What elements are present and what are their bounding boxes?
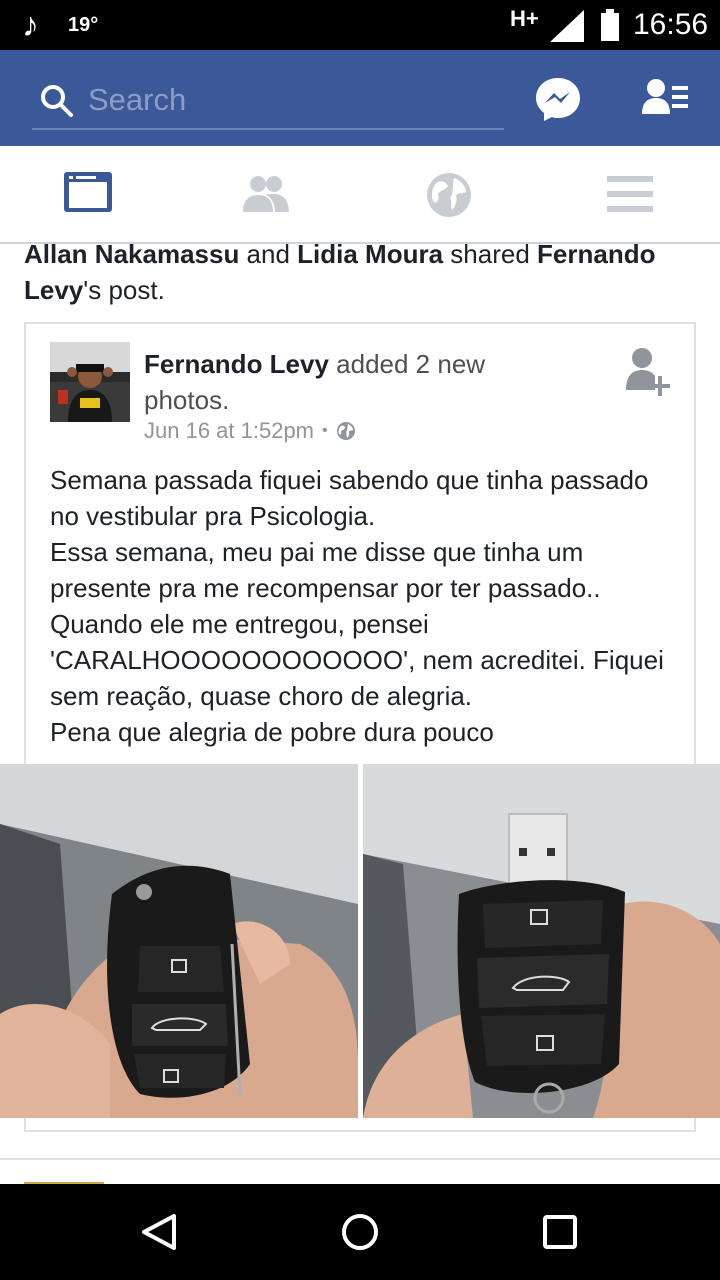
shared-text: shared: [443, 239, 538, 269]
avatar[interactable]: [50, 342, 130, 422]
post-photos: [0, 764, 720, 1118]
back-icon[interactable]: [140, 1212, 180, 1252]
search-placeholder: Search: [88, 82, 187, 117]
network-type-label: H+: [510, 6, 539, 31]
clock-label: 16:56: [633, 8, 709, 41]
post-body-line: Semana passada fiquei sabendo que tinha …: [50, 465, 649, 531]
home-icon[interactable]: [340, 1212, 380, 1252]
privacy-globe-icon: [336, 422, 355, 440]
friend-requests-icon[interactable]: [640, 78, 690, 116]
news-feed-icon[interactable]: [62, 170, 114, 214]
next-story-preview: [0, 1158, 720, 1186]
top-app-bar: Search: [0, 50, 720, 146]
add-friend-icon[interactable]: [624, 346, 672, 398]
messenger-icon[interactable]: [534, 76, 582, 122]
globe-icon[interactable]: [426, 172, 472, 218]
post-photo-2[interactable]: [363, 764, 720, 1118]
post-meta: Jun 16 at 1:52pm •: [144, 418, 356, 444]
signal-icon: [550, 10, 584, 42]
post-body-line: Essa semana, meu pai me disse que tinha …: [50, 537, 601, 603]
status-bar: ♪ 19° H+ 16:56: [0, 0, 720, 50]
search-icon: [41, 85, 73, 117]
post-suffix: 's post.: [83, 275, 165, 305]
main-tab-bar: [0, 146, 720, 244]
post-timestamp[interactable]: Jun 16 at 1:52pm: [144, 418, 314, 444]
menu-icon[interactable]: [607, 176, 653, 212]
story-header: Allan Nakamassu and Lidia Moura shared F…: [24, 236, 694, 308]
post-photo-1[interactable]: [0, 764, 358, 1118]
system-nav-bar: [0, 1184, 720, 1280]
music-note-icon: ♪: [22, 6, 39, 44]
post-body-line: Quando ele me entregou, pensei 'CARALHOO…: [50, 609, 664, 711]
recent-apps-icon[interactable]: [542, 1214, 578, 1250]
post-author-line: Fernando Levy added 2 new photos.: [144, 346, 544, 418]
temperature-label: 19°: [68, 14, 99, 36]
post-body: Semana passada fiquei sabendo que tinha …: [50, 462, 680, 750]
search-input[interactable]: Search: [32, 72, 504, 130]
meta-separator: •: [322, 422, 328, 439]
friends-icon[interactable]: [240, 174, 292, 214]
battery-icon: [601, 9, 619, 41]
sharer-name-1[interactable]: Allan Nakamassu: [24, 239, 239, 269]
post-body-line: Pena que alegria de pobre dura pouco: [50, 717, 494, 747]
and-text: and: [239, 239, 298, 269]
post-author-name[interactable]: Fernando Levy: [144, 349, 329, 379]
sharer-name-2[interactable]: Lidia Moura: [297, 239, 443, 269]
